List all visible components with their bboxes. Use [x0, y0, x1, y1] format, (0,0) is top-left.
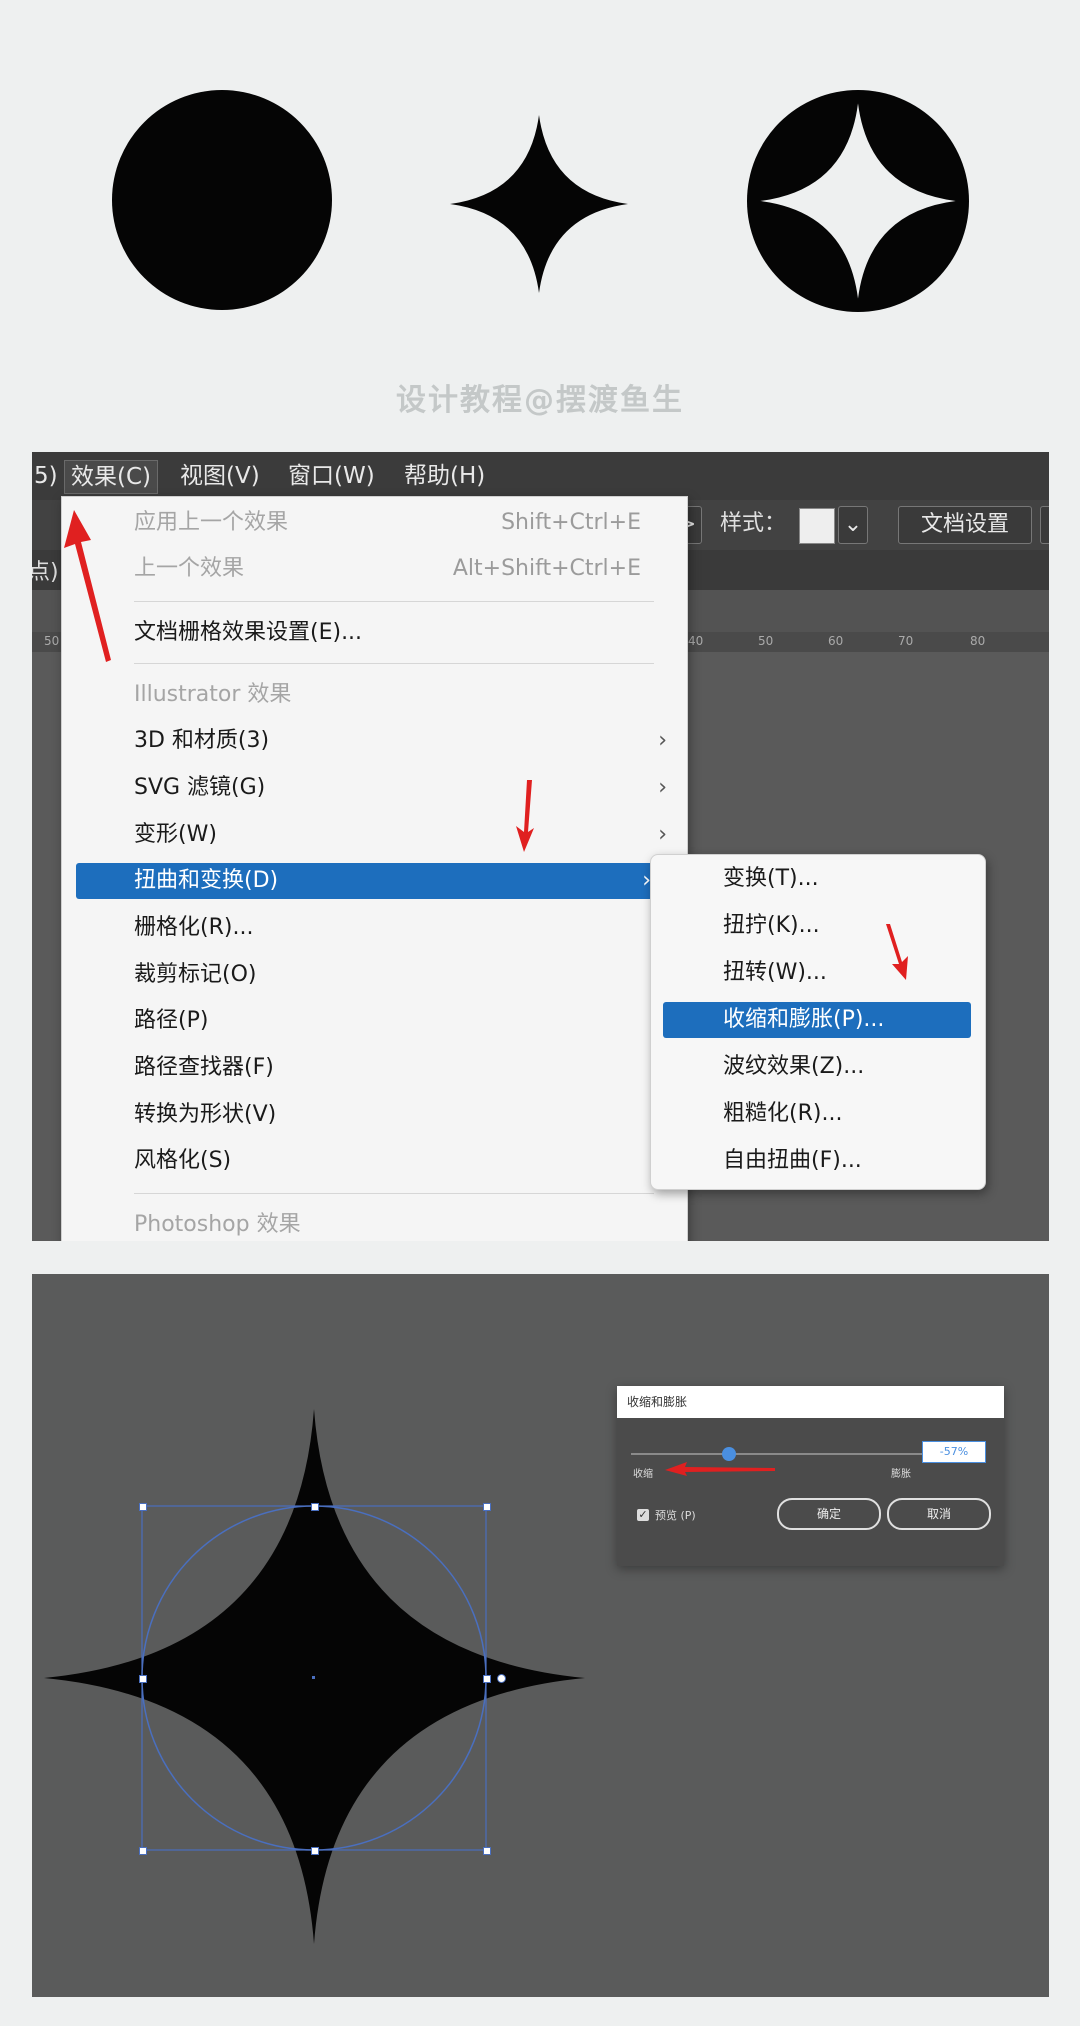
- menu-item-convert-to-shape[interactable]: 转换为形状(V)›: [62, 1097, 687, 1133]
- menu-item-3d-materials[interactable]: 3D 和材质(3) ›: [62, 723, 687, 759]
- menu-partial-left[interactable]: 5): [32, 460, 64, 492]
- circle-with-star-cutout-shape: [747, 90, 969, 312]
- red-arrow-icon: [64, 510, 111, 662]
- expand-label: 膨胀: [891, 1469, 911, 1480]
- selection-handle[interactable]: [483, 1675, 491, 1683]
- submenu-item-roughen[interactable]: 粗糙化(R)...: [651, 1096, 985, 1132]
- four-point-star-shape: [450, 115, 628, 293]
- selection-handle[interactable]: [311, 1503, 319, 1511]
- menu-view[interactable]: 视图(V): [174, 460, 266, 492]
- menu-item-stylize[interactable]: 风格化(S)›: [62, 1143, 687, 1179]
- amount-input[interactable]: -57%: [922, 1441, 986, 1463]
- red-arrow-icon: [665, 1462, 775, 1476]
- illustrator-effects-header: Illustrator 效果: [134, 682, 292, 707]
- selection-handle[interactable]: [483, 1847, 491, 1855]
- pucked-star-artwork: [44, 1409, 585, 1944]
- distort-transform-submenu: 变换(T)... 扭拧(K)... 扭转(W)... 收缩和膨胀(P)... 波…: [650, 854, 986, 1190]
- black-circle-shape: [112, 90, 332, 310]
- effect-dropdown-menu: 应用上一个效果 Shift+Ctrl+E 上一个效果 Alt+Shift+Ctr…: [61, 496, 688, 1241]
- submenu-item-transform[interactable]: 变换(T)...: [651, 861, 985, 897]
- menu-divider: [134, 663, 654, 664]
- preview-checkbox[interactable]: ✓: [637, 1509, 649, 1521]
- menu-divider: [134, 601, 654, 602]
- submenu-item-zigzag[interactable]: 波纹效果(Z)...: [651, 1049, 985, 1085]
- submenu-item-pucker-bloat[interactable]: 收缩和膨胀(P)...: [663, 1002, 971, 1038]
- cancel-button[interactable]: 取消: [887, 1498, 991, 1530]
- menu-item-svg-filters[interactable]: SVG 滤镜(G) ›: [62, 770, 687, 806]
- shrink-label: 收缩: [633, 1469, 653, 1480]
- center-point: [312, 1676, 315, 1679]
- ruler-tick: 70: [898, 634, 914, 648]
- menu-item-crop-marks[interactable]: 裁剪标记(O): [62, 957, 687, 993]
- shortcut-label: Alt+Shift+Ctrl+E: [452, 556, 641, 581]
- menu-item-warp[interactable]: 变形(W) ›: [62, 817, 687, 853]
- menu-divider: [134, 1193, 654, 1194]
- selection-handle[interactable]: [483, 1503, 491, 1511]
- ok-button[interactable]: 确定: [777, 1498, 881, 1530]
- menu-bar: 5) 效果(C) 视图(V) 窗口(W) 帮助(H): [32, 452, 1049, 500]
- style-swatch[interactable]: [799, 508, 835, 544]
- submenu-item-free-distort[interactable]: 自由扭曲(F)...: [651, 1143, 985, 1179]
- document-settings-button[interactable]: 文档设置: [898, 506, 1032, 544]
- illustrator-menu-screenshot: 5) 效果(C) 视图(V) 窗口(W) 帮助(H) > 样式： ⌄ 文档设置 …: [32, 452, 1049, 1241]
- selection-handle[interactable]: [311, 1847, 319, 1855]
- dialog-title: 收缩和膨胀: [627, 1395, 688, 1409]
- ruler-tick: 80: [970, 634, 986, 648]
- ruler-tick: 50: [44, 634, 60, 648]
- red-arrow-icon: [886, 924, 908, 980]
- dialog-title-bar: 收缩和膨胀: [617, 1386, 1004, 1418]
- submenu-item-twist[interactable]: 扭转(W)...: [651, 955, 985, 991]
- photoshop-effects-header: Photoshop 效果: [134, 1212, 301, 1237]
- chevron-right-icon: ›: [658, 822, 667, 847]
- pucker-bloat-slider[interactable]: [631, 1453, 927, 1455]
- menu-window[interactable]: 窗口(W): [282, 460, 381, 492]
- menu-item-raster-settings[interactable]: 文档栅格效果设置(E)...: [62, 615, 687, 651]
- slider-knob[interactable]: [721, 1447, 736, 1461]
- menu-item-path[interactable]: 路径(P)›: [62, 1003, 687, 1039]
- pucker-bloat-screenshot: 收缩和膨胀 -57% 收缩 膨胀 ✓ 预览 (P) 确定 取消: [32, 1274, 1049, 1997]
- selection-handle[interactable]: [139, 1675, 147, 1683]
- pucker-bloat-dialog: 收缩和膨胀 -57% 收缩 膨胀 ✓ 预览 (P) 确定 取消: [617, 1386, 1004, 1566]
- chevron-right-icon: ›: [658, 728, 667, 753]
- document-tab-partial[interactable]: 点): [32, 554, 59, 586]
- menu-item-apply-last-effect[interactable]: 应用上一个效果 Shift+Ctrl+E: [62, 505, 687, 541]
- ruler-tick: 50: [758, 634, 774, 648]
- submenu-item-tweak[interactable]: 扭拧(K)...: [651, 908, 985, 944]
- toolbar-partial-button[interactable]: [1040, 506, 1049, 544]
- ruler-tick: 60: [828, 634, 844, 648]
- menu-item-pathfinder[interactable]: 路径查找器(F)›: [62, 1050, 687, 1086]
- menu-item-rasterize[interactable]: 栅格化(R)...: [62, 910, 687, 946]
- menu-item-distort-transform[interactable]: 扭曲和变换(D) ›: [76, 863, 657, 899]
- watermark-text: 设计教程@摆渡鱼生: [396, 383, 684, 418]
- shortcut-label: Shift+Ctrl+E: [501, 510, 641, 535]
- menu-item-last-effect[interactable]: 上一个效果 Alt+Shift+Ctrl+E: [62, 551, 687, 587]
- selection-handle[interactable]: [139, 1847, 147, 1855]
- style-label: 样式：: [720, 511, 787, 536]
- preview-label: 预览 (P): [655, 1509, 696, 1522]
- menu-effect[interactable]: 效果(C): [64, 460, 159, 494]
- ruler-tick: 40: [688, 634, 704, 648]
- chevron-down-icon[interactable]: ⌄: [838, 506, 868, 544]
- menu-help[interactable]: 帮助(H): [398, 460, 491, 492]
- rotate-handle[interactable]: [497, 1674, 506, 1683]
- chevron-right-icon: ›: [658, 775, 667, 800]
- red-arrow-icon: [516, 780, 534, 852]
- selection-handle[interactable]: [139, 1503, 147, 1511]
